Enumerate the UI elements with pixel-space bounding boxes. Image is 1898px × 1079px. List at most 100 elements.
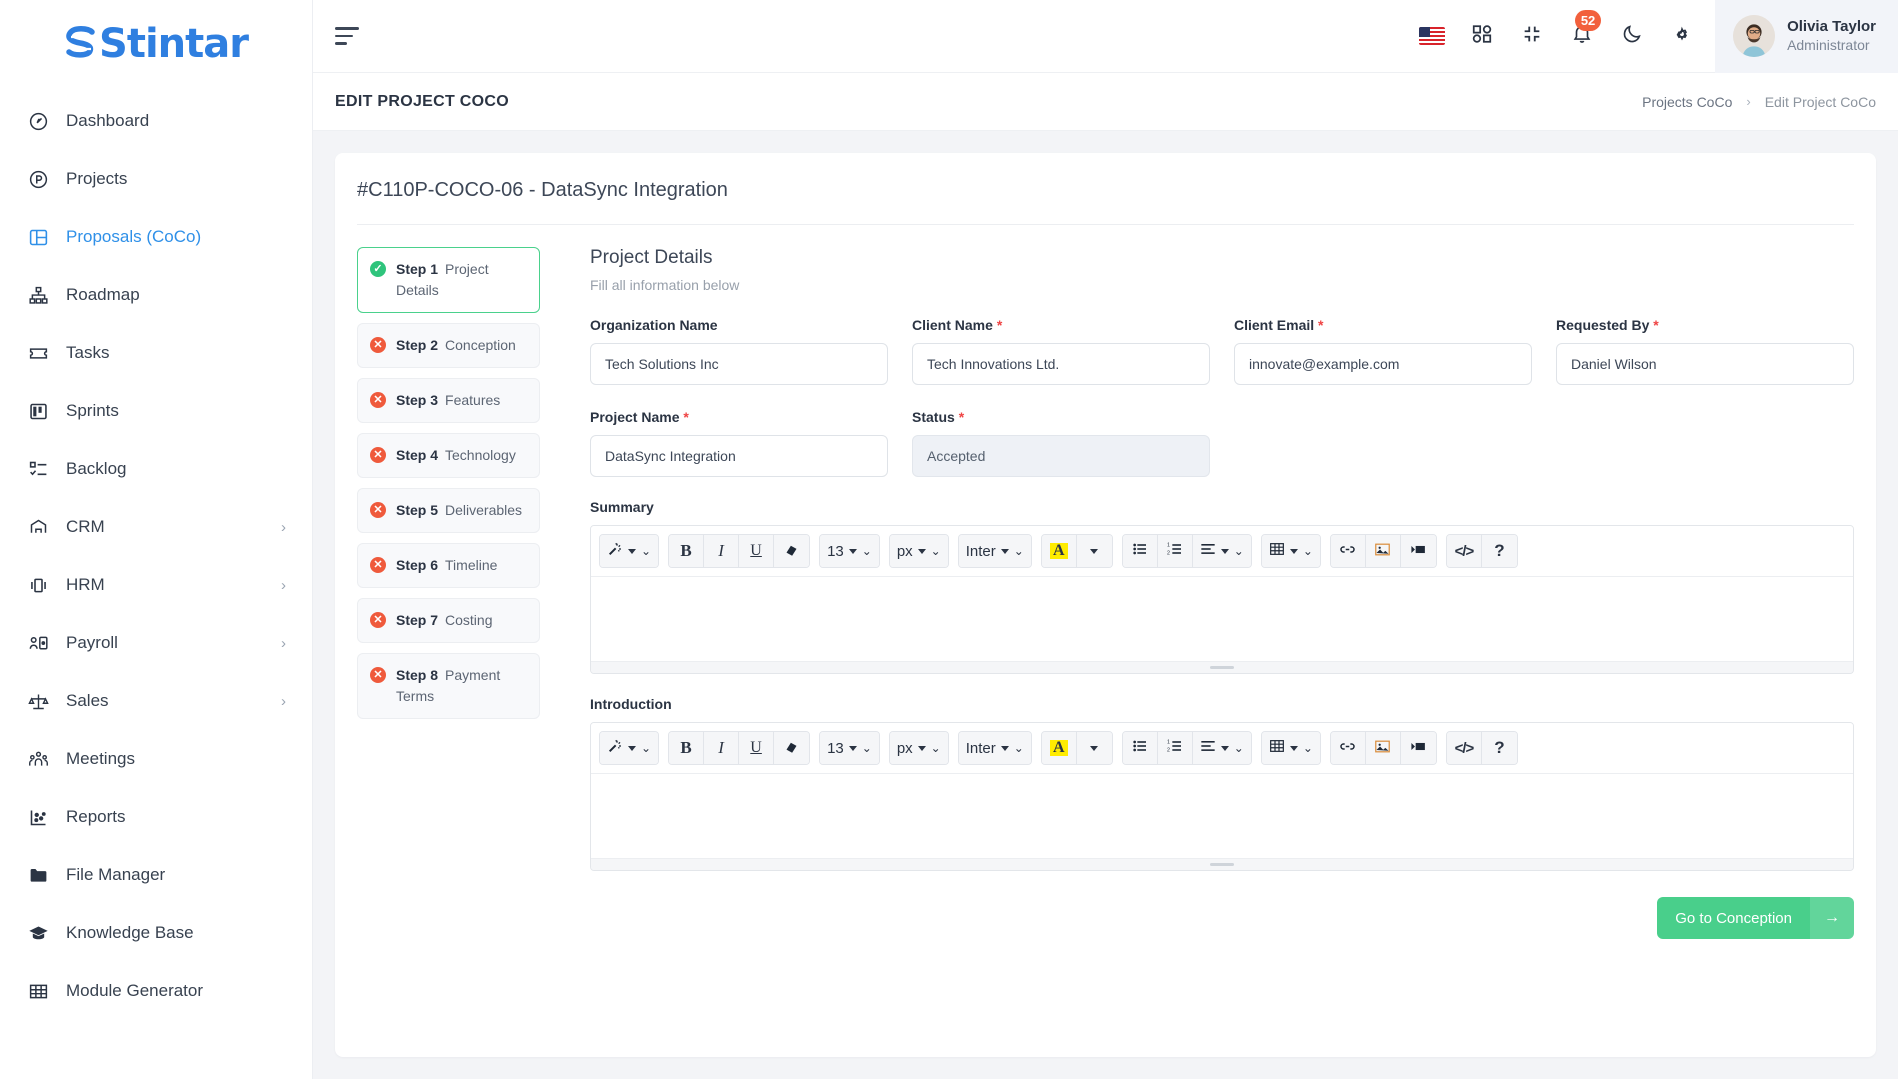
sidebar-item-knowledge-base[interactable]: Knowledge Base	[0, 904, 312, 962]
sidebar-item-label: Sprints	[66, 401, 119, 420]
sidebar-item-hrm[interactable]: HRM ›	[0, 556, 312, 614]
italic-button[interactable]: I	[704, 732, 740, 764]
form-row-1: Organization Name Client Name * Client E…	[590, 317, 1854, 385]
status-label: Status *	[912, 409, 965, 425]
link-button[interactable]	[1330, 732, 1366, 764]
font-size-select[interactable]: 13 ⌄	[820, 535, 879, 567]
sidebar-item-sales[interactable]: Sales ›	[0, 672, 312, 730]
sidebar-item-payroll[interactable]: Payroll ›	[0, 614, 312, 672]
user-card-icon	[26, 631, 50, 655]
bullet-list-button[interactable]	[1122, 732, 1158, 764]
sidebar-item-file-manager[interactable]: File Manager	[0, 846, 312, 904]
sidebar-item-dashboard[interactable]: Dashboard	[0, 92, 312, 150]
text-color-dropdown[interactable]	[1076, 732, 1112, 764]
video-button[interactable]	[1400, 535, 1436, 567]
magic-wand-icon	[607, 541, 623, 561]
insert-group	[1329, 731, 1437, 765]
font-unit-select[interactable]: px ⌄	[889, 732, 948, 764]
font-unit-group: px ⌄	[888, 731, 949, 765]
sidebar-item-label: Meetings	[66, 749, 135, 768]
image-button[interactable]	[1365, 732, 1401, 764]
client-email-input[interactable]	[1234, 343, 1532, 385]
brand-logo[interactable]: Stintar	[0, 0, 312, 88]
text-color-button[interactable]: A	[1041, 732, 1077, 764]
fullscreen-toggle[interactable]	[1507, 0, 1557, 73]
table-button[interactable]: ⌄	[1261, 535, 1320, 567]
align-button[interactable]: ⌄	[1192, 535, 1251, 567]
summary-resize-handle[interactable]	[591, 661, 1853, 673]
requested-by-input[interactable]	[1556, 343, 1854, 385]
clear-format-button[interactable]	[774, 535, 810, 567]
breadcrumb-parent[interactable]: Projects CoCo	[1642, 94, 1732, 110]
sidebar-item-label: Reports	[66, 807, 126, 826]
theme-toggle[interactable]	[1607, 0, 1657, 73]
table-icon	[1269, 738, 1285, 758]
summary-text-area[interactable]	[591, 577, 1853, 661]
project-name-input[interactable]	[590, 435, 888, 477]
text-color-dropdown[interactable]	[1076, 535, 1112, 567]
link-icon	[1339, 541, 1356, 562]
step-item-2[interactable]: ✕ Step 2 Conception	[357, 323, 540, 368]
sidebar-item-module-generator[interactable]: Module Generator	[0, 962, 312, 1020]
apps-grid-button[interactable]	[1457, 0, 1507, 73]
code-view-button[interactable]: </>	[1446, 535, 1482, 567]
bold-button[interactable]: B	[669, 732, 705, 764]
chevron-down-icon: ⌄	[1302, 741, 1313, 755]
numbered-list-button[interactable]: 12	[1157, 535, 1193, 567]
notifications-button[interactable]: 52	[1557, 0, 1607, 73]
sidebar-nav: Dashboard Projects Proposals (CoCo) Road…	[0, 88, 312, 1079]
video-button[interactable]	[1400, 732, 1436, 764]
underline-button[interactable]: U	[739, 732, 775, 764]
go-to-conception-button[interactable]: Go to Conception →	[1657, 897, 1854, 939]
magic-wand-button[interactable]: ⌄	[600, 535, 659, 567]
settings-button[interactable]	[1657, 0, 1707, 73]
table-button[interactable]: ⌄	[1261, 732, 1320, 764]
introduction-text-area[interactable]	[591, 774, 1853, 858]
image-button[interactable]	[1365, 535, 1401, 567]
hamburger-icon[interactable]	[335, 19, 369, 53]
clear-format-button[interactable]	[774, 732, 810, 764]
step-item-5[interactable]: ✕ Step 5 Deliverables	[357, 488, 540, 533]
font-unit-select[interactable]: px ⌄	[889, 535, 948, 567]
italic-button[interactable]: I	[704, 535, 740, 567]
font-family-select[interactable]: Inter ⌄	[958, 732, 1031, 764]
font-family-select[interactable]: Inter ⌄	[958, 535, 1031, 567]
sidebar-item-reports[interactable]: Reports	[0, 788, 312, 846]
sidebar-item-crm[interactable]: CRM ›	[0, 498, 312, 556]
magic-wand-button[interactable]: ⌄	[600, 732, 659, 764]
user-profile-menu[interactable]: Olivia Taylor Administrator	[1715, 0, 1898, 73]
step-item-3[interactable]: ✕ Step 3 Features	[357, 378, 540, 423]
status-select[interactable]: Accepted	[912, 435, 1210, 477]
text-color-button[interactable]: A	[1041, 535, 1077, 567]
caret-icon	[1000, 548, 1009, 554]
underline-button[interactable]: U	[739, 535, 775, 567]
sidebar-item-tasks[interactable]: Tasks	[0, 324, 312, 382]
sidebar-item-roadmap[interactable]: Roadmap	[0, 266, 312, 324]
step-item-4[interactable]: ✕ Step 4 Technology	[357, 433, 540, 478]
font-size-select[interactable]: 13 ⌄	[820, 732, 879, 764]
sidebar-item-label: CRM	[66, 517, 105, 536]
step-item-6[interactable]: ✕ Step 6 Timeline	[357, 543, 540, 588]
sidebar-item-sprints[interactable]: Sprints	[0, 382, 312, 440]
sidebar-item-backlog[interactable]: Backlog	[0, 440, 312, 498]
help-button[interactable]: ?	[1481, 732, 1517, 764]
link-button[interactable]	[1330, 535, 1366, 567]
project-name-label: Project Name *	[590, 409, 689, 425]
step-item-8[interactable]: ✕ Step 8 Payment Terms	[357, 653, 540, 719]
client-name-input[interactable]	[912, 343, 1210, 385]
introduction-resize-handle[interactable]	[591, 858, 1853, 870]
sidebar-item-proposals-coco[interactable]: Proposals (CoCo)	[0, 208, 312, 266]
sidebar-item-projects[interactable]: Projects	[0, 150, 312, 208]
numbered-list-button[interactable]: 12	[1157, 732, 1193, 764]
help-button[interactable]: ?	[1481, 535, 1517, 567]
sidebar-item-meetings[interactable]: Meetings	[0, 730, 312, 788]
bullet-list-button[interactable]	[1122, 535, 1158, 567]
language-selector[interactable]	[1407, 0, 1457, 73]
align-button[interactable]: ⌄	[1192, 732, 1251, 764]
step-item-1[interactable]: ✓ Step 1 Project Details	[357, 247, 540, 313]
organization-name-input[interactable]	[590, 343, 888, 385]
code-view-button[interactable]: </>	[1446, 732, 1482, 764]
align-left-icon	[1200, 738, 1216, 758]
step-item-7[interactable]: ✕ Step 7 Costing	[357, 598, 540, 643]
bold-button[interactable]: B	[669, 535, 705, 567]
